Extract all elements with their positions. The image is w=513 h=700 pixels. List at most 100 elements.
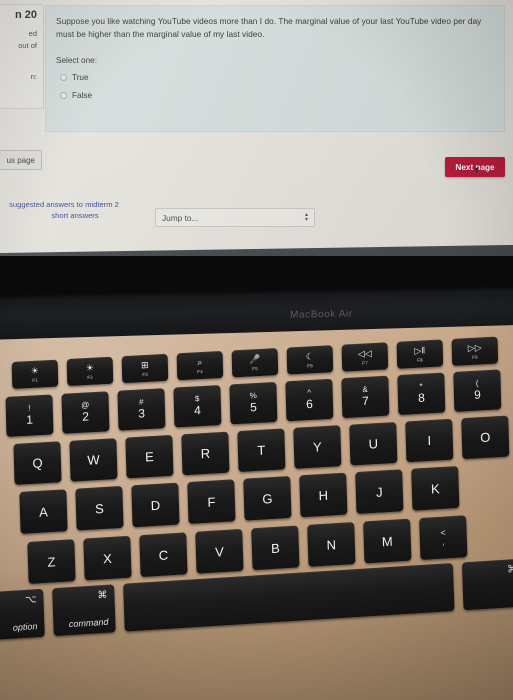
mission-control-icon: ⊞ xyxy=(140,359,149,370)
key-s[interactable]: S xyxy=(75,485,124,531)
key-command-right[interactable]: ⌘ xyxy=(461,558,513,611)
key-5-label: 5 xyxy=(249,399,258,415)
key-k[interactable]: K xyxy=(411,465,460,511)
key-2[interactable]: @ 2 xyxy=(61,391,110,434)
key-b-label: B xyxy=(270,540,280,556)
key-option-left[interactable]: ⌥ option xyxy=(0,588,45,640)
key-q-label: Q xyxy=(32,455,43,471)
link-short-answers[interactable]: short answers xyxy=(16,210,134,221)
command-symbol-right-icon: ⌘ xyxy=(507,563,513,576)
key-7[interactable]: & 7 xyxy=(341,375,390,419)
key-command-left[interactable]: ⌘ command xyxy=(52,584,116,637)
key-x[interactable]: X xyxy=(83,535,132,581)
key-r[interactable]: R xyxy=(181,431,230,476)
key-f1-brightness-down[interactable]: ☀ F1 xyxy=(11,359,59,389)
key-r-label: R xyxy=(200,445,211,462)
key-label-f8: F8 xyxy=(417,356,423,363)
key-3-label: 3 xyxy=(138,406,146,421)
key-u[interactable]: U xyxy=(349,421,398,466)
select-stepper-icon[interactable]: ▴ ▾ xyxy=(305,211,308,222)
quiz-resource-links[interactable]: suggested answers to midterm 2 short ans… xyxy=(0,199,134,221)
key-i-label: I xyxy=(427,432,432,449)
select-one-label: Select one: xyxy=(56,56,97,65)
key-6-shift-symbol: ^ xyxy=(307,387,312,398)
key-comma[interactable]: < , xyxy=(419,515,468,561)
key-k-label: K xyxy=(430,480,440,497)
key-n[interactable]: N xyxy=(307,522,356,567)
key-g[interactable]: G xyxy=(243,475,292,521)
key-y[interactable]: Y xyxy=(293,425,342,469)
key-9[interactable]: ( 9 xyxy=(453,369,502,412)
key-label-f7: F7 xyxy=(362,359,368,366)
key-h[interactable]: H xyxy=(299,472,348,518)
key-6-label: 6 xyxy=(305,396,314,412)
key-2-label: 2 xyxy=(82,409,90,424)
link-suggested-answers[interactable]: suggested answers to midterm 2 xyxy=(0,199,134,210)
previous-page-button[interactable]: us page xyxy=(0,150,42,170)
key-f2-brightness-up[interactable]: ☀ F2 xyxy=(66,356,114,387)
laptop-screen-content: n 20 ed out of n: Suppose you like watch… xyxy=(0,0,513,256)
answer-option-true[interactable]: True xyxy=(60,73,89,82)
key-7-label: 7 xyxy=(361,393,370,409)
key-8[interactable]: * 8 xyxy=(397,372,446,416)
key-b[interactable]: B xyxy=(251,525,300,571)
key-6[interactable]: ^ 6 xyxy=(285,378,334,422)
radio-false[interactable] xyxy=(60,92,67,99)
question-panel: Suppose you like watching YouTube videos… xyxy=(45,5,505,132)
radio-true[interactable] xyxy=(60,74,67,81)
key-f[interactable]: F xyxy=(187,479,236,525)
brightness-down-icon: ☀ xyxy=(30,365,40,376)
key-j-label: J xyxy=(375,483,383,500)
key-j[interactable]: J xyxy=(355,469,404,515)
key-f3-mission-control[interactable]: ⊞ F3 xyxy=(121,353,169,384)
option-symbol-icon: ⌥ xyxy=(24,594,37,606)
key-label-f1: F1 xyxy=(32,377,39,383)
key-t[interactable]: T xyxy=(237,428,286,473)
key-w[interactable]: W xyxy=(69,438,118,482)
key-8-shift-symbol: * xyxy=(419,381,423,391)
key-f6-do-not-disturb[interactable]: ☾ F6 xyxy=(286,345,334,375)
play-pause-icon: ▷ǁ xyxy=(414,344,426,356)
key-z[interactable]: Z xyxy=(27,539,76,584)
key-f8-play-pause[interactable]: ▷ǁ F8 xyxy=(396,339,444,369)
key-4-label: 4 xyxy=(193,403,202,418)
key-f5-dictation[interactable]: 🎤 F5 xyxy=(231,348,279,378)
key-4-shift-symbol: $ xyxy=(194,394,200,404)
jump-to-select[interactable]: Jump to... ▴ ▾ xyxy=(155,208,315,227)
key-y-label: Y xyxy=(312,439,322,455)
key-label-f6: F6 xyxy=(307,362,313,369)
key-5[interactable]: % 5 xyxy=(229,381,278,425)
key-q[interactable]: Q xyxy=(13,441,62,485)
key-e[interactable]: E xyxy=(125,434,174,479)
key-f9-fast-forward[interactable]: ▷▷ F9 xyxy=(451,336,499,366)
key-7-shift-symbol: & xyxy=(362,384,368,394)
question-number: n 20 xyxy=(14,9,37,21)
answer-label-false: False xyxy=(72,91,93,100)
answer-label-true: True xyxy=(72,73,89,82)
key-label-f3: F3 xyxy=(142,371,148,377)
key-1[interactable]: ! 1 xyxy=(5,394,54,437)
key-v[interactable]: V xyxy=(195,528,244,574)
key-m[interactable]: M xyxy=(363,518,412,564)
key-f7-rewind[interactable]: ◁◁ F7 xyxy=(341,342,389,372)
key-c-label: C xyxy=(158,546,169,563)
key-3[interactable]: # 3 xyxy=(117,388,166,431)
answer-option-false[interactable]: False xyxy=(60,91,92,100)
key-a[interactable]: A xyxy=(19,489,68,534)
key-o[interactable]: O xyxy=(461,415,510,460)
screenshot-root: n 20 ed out of n: Suppose you like watch… xyxy=(0,0,513,700)
key-z-label: Z xyxy=(47,553,56,570)
key-c[interactable]: C xyxy=(139,532,188,578)
key-label-f9: F9 xyxy=(472,354,478,360)
key-label-f4: F4 xyxy=(197,368,203,374)
key-d[interactable]: D xyxy=(131,482,180,528)
key-4[interactable]: $ 4 xyxy=(173,385,222,428)
key-1-shift-symbol: ! xyxy=(28,403,31,413)
key-9-shift-symbol: ( xyxy=(475,378,479,388)
question-text: Suppose you like watching YouTube videos… xyxy=(56,16,482,39)
key-d-label: D xyxy=(150,497,161,513)
key-a-label: A xyxy=(38,503,49,520)
key-i[interactable]: I xyxy=(405,418,454,463)
key-f4-spotlight[interactable]: ⌕ F4 xyxy=(176,350,224,381)
key-label-f2: F2 xyxy=(87,374,93,380)
